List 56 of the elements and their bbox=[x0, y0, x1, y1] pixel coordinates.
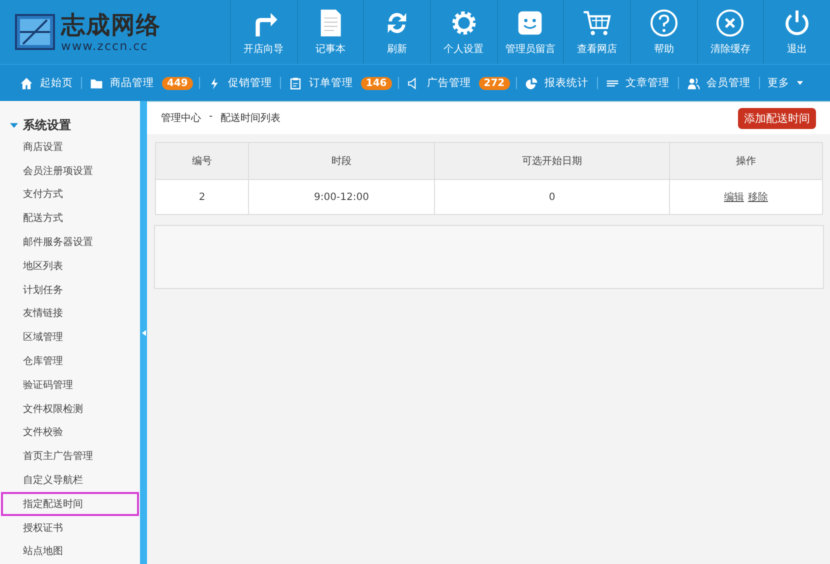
toolbar-button[interactable]: 记事本 bbox=[296, 0, 364, 64]
column-header: 时段 bbox=[248, 142, 434, 180]
sidebar-item[interactable]: 友情链接 bbox=[1, 302, 140, 326]
action-link[interactable]: 编辑 bbox=[724, 190, 744, 204]
logo-icon bbox=[15, 14, 55, 50]
nav-tab[interactable]: 起始页 bbox=[18, 76, 75, 90]
nav-tab[interactable]: 报表统计 bbox=[522, 76, 591, 90]
people-icon bbox=[686, 76, 700, 90]
sidebar-item[interactable]: 自定义导航栏 bbox=[1, 468, 140, 492]
nav-tab[interactable]: 商品管理 bbox=[88, 76, 156, 90]
sidebar-item[interactable]: 站点地图 bbox=[1, 540, 140, 564]
sidebar-item[interactable]: 邮件服务器设置 bbox=[1, 230, 140, 254]
breadcrumb-text: 配送时间列表 bbox=[220, 112, 281, 125]
table-cell: 9:00-12:00 bbox=[248, 180, 434, 214]
close-icon bbox=[715, 8, 746, 38]
sidebar-item[interactable]: 区域管理 bbox=[1, 325, 140, 350]
nav-tab[interactable]: 广告管理 bbox=[404, 76, 473, 90]
sidebar-item[interactable]: 支付方式 bbox=[1, 182, 140, 206]
logo-title: 志成网络 bbox=[61, 12, 161, 36]
sidebar-section[interactable]: 系统设置 bbox=[0, 115, 140, 135]
help-icon bbox=[648, 8, 679, 38]
column-header: 操作 bbox=[670, 142, 822, 180]
sidebar-item[interactable]: 计划任务 bbox=[1, 278, 140, 302]
clipboard-icon bbox=[288, 76, 302, 90]
pie-chart-icon bbox=[524, 76, 538, 90]
breadcrumb-text: - bbox=[209, 111, 213, 124]
sidebar-item[interactable]: 授权证书 bbox=[1, 516, 140, 540]
cart-icon bbox=[582, 8, 612, 38]
count-badge: 272 bbox=[478, 76, 510, 90]
folder-icon bbox=[90, 76, 103, 90]
column-header: 可选开始日期 bbox=[434, 142, 670, 180]
sidebar-item[interactable]: 文件权限检测 bbox=[1, 396, 140, 421]
sidebar-item[interactable]: 文件校验 bbox=[1, 420, 140, 444]
count-badge: 449 bbox=[162, 76, 193, 90]
count-badge: 146 bbox=[360, 76, 392, 90]
sidebar-item[interactable]: 商店设置 bbox=[1, 135, 140, 159]
nav-tab[interactable]: 文章管理 bbox=[604, 76, 672, 90]
sidebar-item[interactable]: 会员注册项设置 bbox=[1, 158, 140, 183]
table-cell: 0 bbox=[434, 180, 670, 214]
sidebar-item[interactable]: 地区列表 bbox=[1, 254, 140, 278]
sidebar-item[interactable]: 验证码管理 bbox=[1, 372, 140, 397]
nav-tab[interactable]: 会员管理 bbox=[684, 76, 753, 90]
action-link[interactable]: 移除 bbox=[748, 190, 768, 204]
breadcrumb-text: 管理中心 bbox=[161, 112, 201, 125]
column-header: 编号 bbox=[156, 142, 248, 180]
sidebar-item[interactable]: 首页主广告管理 bbox=[1, 444, 140, 468]
nav-tab[interactable]: 促销管理 bbox=[206, 76, 274, 90]
logo-url: www.zccn.cc bbox=[61, 40, 150, 52]
table-cell: 2 bbox=[156, 180, 248, 214]
nav-tab[interactable]: 订单管理 bbox=[286, 76, 355, 90]
nav-tab[interactable]: 更多 bbox=[766, 76, 805, 90]
home-icon bbox=[20, 76, 33, 90]
sidebar-item[interactable]: 仓库管理 bbox=[1, 349, 140, 373]
sidebar-item[interactable]: 指定配送时间 bbox=[1, 492, 140, 516]
sidebar-item[interactable]: 配送方式 bbox=[1, 206, 140, 230]
add-button[interactable]: 添加配送时间 bbox=[738, 108, 816, 128]
